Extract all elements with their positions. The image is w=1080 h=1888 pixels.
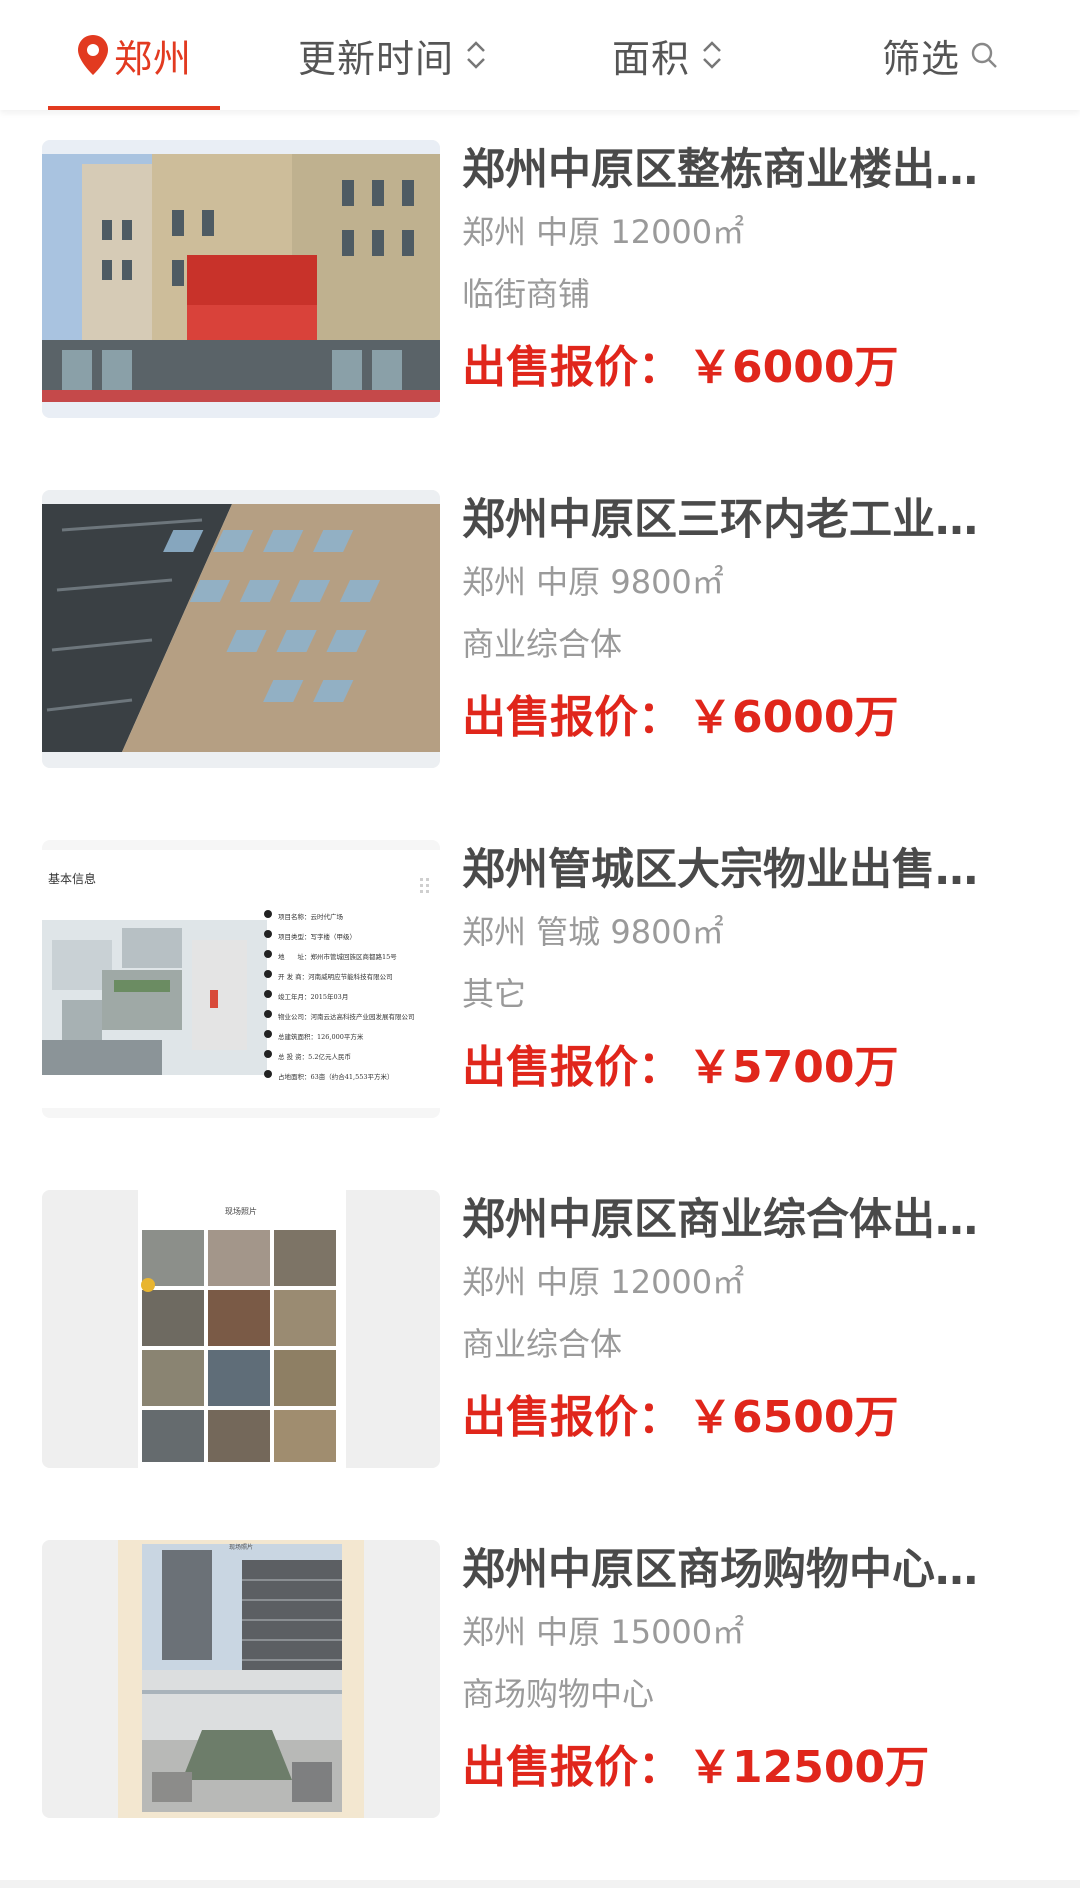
- mall-photo-heading: 现场照片: [228, 1544, 253, 1551]
- price-value: ￥12500万: [688, 1742, 930, 1793]
- listing-price: 出售报价： ￥6000万: [462, 688, 1022, 748]
- listing-card[interactable]: 现场照片 郑州中原区商场购物中心… 郑州 中原 15000㎡ 商场购物中心 出售…: [0, 1510, 1080, 1860]
- listing-property-type: 其它: [462, 975, 527, 1013]
- listing-location-area: 郑州 管城 9800㎡: [462, 913, 724, 951]
- listing-title[interactable]: 郑州中原区商场购物中心…: [462, 1540, 1022, 1600]
- building-photo: [42, 140, 440, 418]
- slide-info-row: 地 址：郑州市管城回族区商都路15号: [278, 953, 397, 961]
- listing-card[interactable]: 基本信息 项目名称：云时代广场 项目类型：写字楼（甲级） 地 址：郑州市管城回族…: [0, 810, 1080, 1160]
- slide-info-row: 项目名称：云时代广场: [278, 913, 343, 921]
- listing-price: 出售报价： ￥6000万: [462, 338, 1022, 398]
- building-photo: [42, 490, 440, 768]
- city-selector[interactable]: 郑州: [48, 0, 220, 110]
- listing-thumbnail[interactable]: 基本信息 项目名称：云时代广场 项目类型：写字楼（甲级） 地 址：郑州市管城回族…: [42, 840, 440, 1118]
- price-label: 出售报价：: [462, 342, 682, 393]
- listing-card[interactable]: 郑州中原区整栋商业楼出… 郑州 中原 12000㎡ 临街商铺 出售报价： ￥600…: [0, 110, 1080, 460]
- sort-arrows-icon: [703, 41, 721, 69]
- city-label: 郑州: [113, 36, 192, 81]
- price-label: 出售报价：: [462, 1742, 682, 1793]
- listing-thumbnail[interactable]: [42, 140, 440, 418]
- listing-card[interactable]: 现场照片 郑州中原区商业综合体出… 郑州 中原 12000㎡ 商业综合体 出售报…: [0, 1160, 1080, 1510]
- listing-price: 出售报价： ￥5700万: [462, 1038, 1022, 1098]
- price-value: ￥6500万: [688, 1392, 899, 1443]
- listing-price: 出售报价： ￥6500万: [462, 1388, 1022, 1448]
- search-icon: [971, 42, 997, 68]
- listing-location-area: 郑州 中原 9800㎡: [462, 563, 724, 601]
- slide-info-row: 项目类型：写字楼（甲级）: [278, 933, 356, 941]
- bottom-divider: [0, 1880, 1080, 1888]
- sort-by-area[interactable]: 面积: [612, 0, 724, 110]
- price-label: 出售报价：: [462, 1042, 682, 1093]
- slide-info-row: 总 投 资：5.2亿元人民币: [278, 1053, 351, 1061]
- slide-info-row: 总建筑面积：126,000平方米: [278, 1033, 364, 1041]
- sort-arrows-icon: [467, 41, 485, 69]
- price-value: ￥5700万: [688, 1042, 899, 1093]
- listing-card[interactable]: 郑州中原区三环内老工业… 郑州 中原 9800㎡ 商业综合体 出售报价： ￥600…: [0, 460, 1080, 810]
- slide-info-row: 占地面积：63亩（约合41,553平方米）: [278, 1073, 394, 1081]
- sort-by-update-time[interactable]: 更新时间: [298, 0, 488, 110]
- listing-property-type: 商业综合体: [462, 625, 623, 663]
- filter-button[interactable]: 筛选: [882, 0, 998, 110]
- price-value: ￥6000万: [688, 692, 899, 743]
- price-label: 出售报价：: [462, 1392, 682, 1443]
- listing-location-area: 郑州 中原 12000㎡: [462, 213, 745, 251]
- listing-title[interactable]: 郑州中原区整栋商业楼出…: [462, 140, 1022, 200]
- slide-info-row: 物业公司：河南云达高科技产业园发展有限公司: [278, 1013, 415, 1021]
- listing-thumbnail[interactable]: 现场照片: [42, 1190, 440, 1468]
- filter-label: 筛选: [882, 36, 961, 81]
- listing-title[interactable]: 郑州管城区大宗物业出售…: [462, 840, 1022, 900]
- area-label: 面积: [612, 36, 691, 81]
- listing-title[interactable]: 郑州中原区三环内老工业…: [462, 490, 1022, 550]
- location-pin-icon: [77, 35, 108, 75]
- site-photo-collage: [42, 1190, 440, 1468]
- listing-price: 出售报价： ￥12500万: [462, 1738, 1022, 1798]
- update-time-label: 更新时间: [298, 36, 455, 81]
- price-value: ￥6000万: [688, 342, 899, 393]
- slide-info-rows: 项目名称：云时代广场 项目类型：写字楼（甲级） 地 址：郑州市管城回族区商都路1…: [278, 907, 438, 1087]
- listing-thumbnail[interactable]: [42, 490, 440, 768]
- slide-heading: 基本信息: [48, 872, 97, 886]
- listing-title[interactable]: 郑州中原区商业综合体出…: [462, 1190, 1022, 1250]
- slide-info-row: 开 发 商：河南威明应节能科技有限公司: [278, 973, 393, 981]
- listing-location-area: 郑州 中原 12000㎡: [462, 1263, 745, 1301]
- slide-info-row: 竣工年月：2015年03月: [278, 993, 349, 1001]
- listing-property-type: 商业综合体: [462, 1325, 623, 1363]
- mall-photo: [42, 1540, 440, 1818]
- price-label: 出售报价：: [462, 692, 682, 743]
- listing-thumbnail[interactable]: 现场照片: [42, 1540, 440, 1818]
- filter-bar: 郑州 更新时间 面积 筛选: [0, 0, 1080, 110]
- collage-heading: 现场照片: [225, 1207, 257, 1216]
- listing-property-type: 临街商铺: [462, 275, 591, 313]
- listing-location-area: 郑州 中原 15000㎡: [462, 1613, 745, 1651]
- listing-property-type: 商场购物中心: [462, 1675, 655, 1713]
